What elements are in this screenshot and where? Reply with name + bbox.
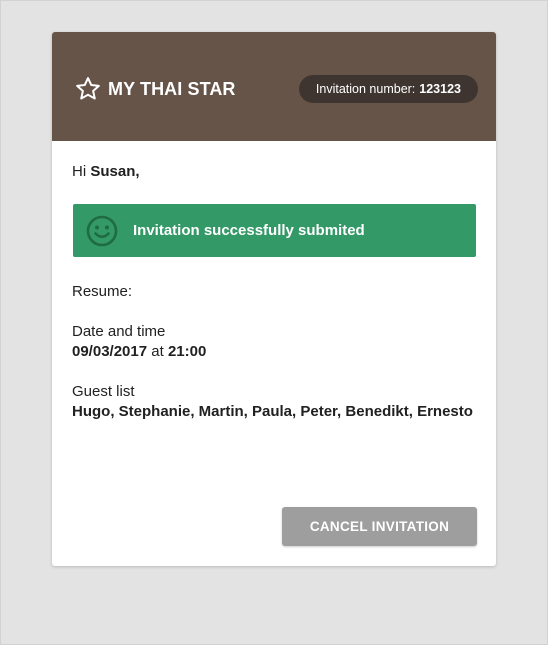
cancel-invitation-button[interactable]: CANCEL INVITATION	[282, 507, 477, 546]
brand-title: MY THAI STAR	[108, 78, 236, 99]
date-value: 09/03/2017	[72, 343, 148, 360]
greeting-name: Susan,	[90, 163, 140, 180]
smile-icon	[85, 214, 119, 248]
date-time-label: Date and time	[72, 323, 166, 340]
invitation-number-label: Invitation number:	[315, 82, 416, 96]
guest-list-value: Hugo, Stephanie, Martin, Paula, Peter, B…	[72, 403, 473, 420]
invitation-number-value: 123123	[419, 82, 461, 96]
resume-label: Resume:	[72, 283, 133, 300]
brand: MY THAI STAR	[74, 75, 236, 103]
guest-names: Hugo, Stephanie, Martin, Paula, Peter, B…	[72, 403, 473, 420]
success-alert: Invitation successfully submited	[73, 204, 476, 257]
success-message: Invitation successfully submited	[133, 222, 365, 239]
greeting: Hi Susan,	[72, 163, 140, 180]
guest-list-label: Guest list	[72, 383, 135, 400]
star-icon	[74, 75, 102, 103]
time-value: 21:00	[167, 343, 207, 360]
greeting-prefix: Hi	[72, 163, 87, 180]
invitation-number-badge: Invitation number: 123123	[298, 75, 478, 103]
invitation-card: MY THAI STAR Invitation number: 123123 H…	[52, 32, 496, 566]
date-time-separator: at	[151, 343, 164, 360]
card-header: MY THAI STAR Invitation number: 123123	[52, 32, 496, 141]
date-time-value: 09/03/2017 at 21:00	[72, 343, 206, 360]
